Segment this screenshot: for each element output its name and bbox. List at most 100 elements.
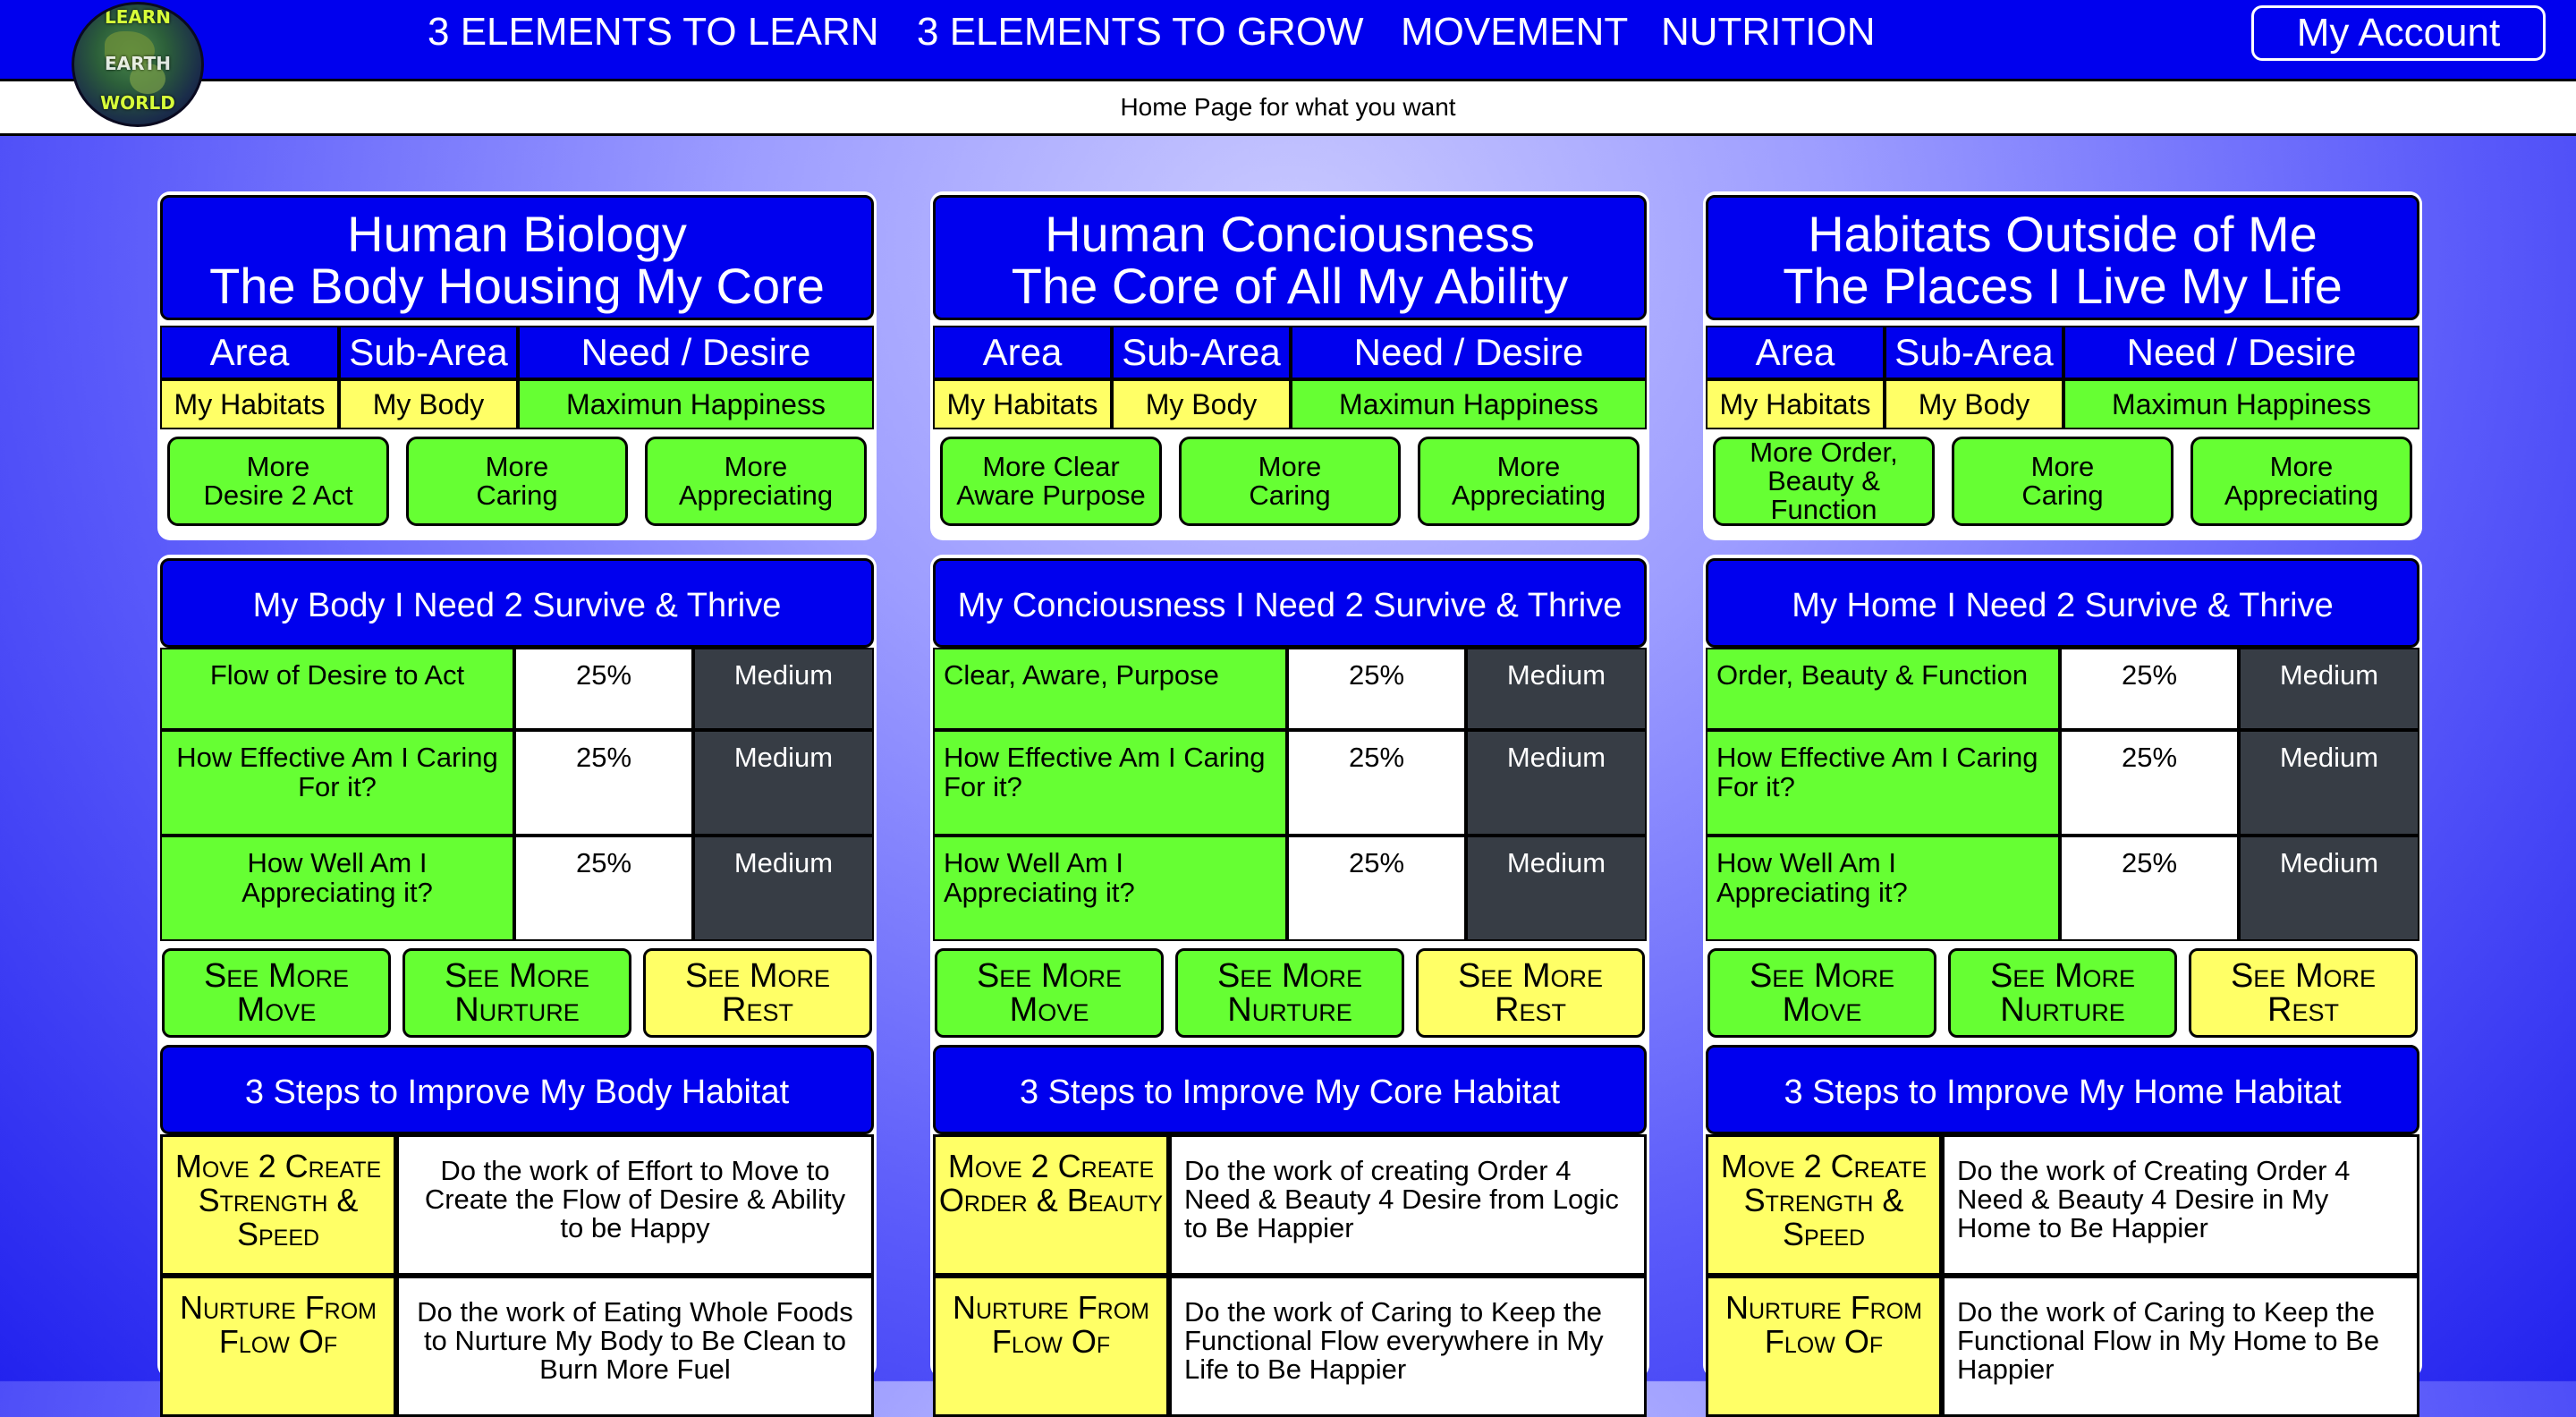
- metric-percent[interactable]: 25%: [1287, 836, 1466, 941]
- metric-percent[interactable]: 25%: [2060, 836, 2239, 941]
- metric-percent[interactable]: 25%: [2060, 730, 2239, 836]
- area-table: Area Sub-Area Need / Desire My Habitats …: [1706, 326, 2419, 429]
- see-more-move-button[interactable]: See More Move: [1707, 948, 1936, 1038]
- need-desire-header: Need / Desire: [2063, 326, 2419, 379]
- metric-percent[interactable]: 25%: [514, 836, 693, 941]
- see-more-rest-button[interactable]: See More Rest: [2189, 948, 2418, 1038]
- more-button[interactable]: More Clear Aware Purpose: [940, 437, 1162, 526]
- need-desire-header: Need / Desire: [1291, 326, 1647, 379]
- metric-level[interactable]: Medium: [2239, 836, 2419, 941]
- area-header: Area: [933, 326, 1112, 379]
- area-table: Area Sub-Area Need / Desire My Habitats …: [160, 326, 874, 429]
- sub-area-header: Sub-Area: [1885, 326, 2063, 379]
- need-desire-value[interactable]: Maximun Happiness: [2063, 379, 2419, 429]
- more-buttons: More Clear Aware Purpose More Caring Mor…: [933, 437, 1647, 526]
- more-caring-button[interactable]: More Caring: [1179, 437, 1401, 526]
- sub-area-value[interactable]: My Body: [339, 379, 518, 429]
- sub-area-header: Sub-Area: [339, 326, 518, 379]
- metric-level[interactable]: Medium: [1466, 648, 1647, 730]
- see-more-buttons: See More Move See More Nurture See More …: [160, 948, 874, 1038]
- area-value[interactable]: My Habitats: [160, 379, 339, 429]
- top-nav-bar: 3 ELEMENTS TO LEARN 3 ELEMENTS TO GROW M…: [0, 0, 2576, 81]
- more-appreciating-button[interactable]: More Appreciating: [1418, 437, 1640, 526]
- area-table: Area Sub-Area Need / Desire My Habitats …: [933, 326, 1647, 429]
- more-caring-button[interactable]: More Caring: [406, 437, 628, 526]
- step-description: Do the work of Caring to Keep the Functi…: [1942, 1276, 2419, 1417]
- see-more-nurture-button[interactable]: See More Nurture: [1948, 948, 2177, 1038]
- area-header: Area: [1706, 326, 1885, 379]
- nav-3-elements-to-grow[interactable]: 3 ELEMENTS TO GROW: [917, 0, 1364, 64]
- need-desire-value[interactable]: Maximun Happiness: [1291, 379, 1647, 429]
- metric-percent[interactable]: 25%: [514, 648, 693, 730]
- metric-label: Order, Beauty & Function: [1706, 648, 2060, 730]
- step-name[interactable]: Nurture From Flow Of: [933, 1276, 1169, 1417]
- nav-3-elements-to-learn[interactable]: 3 ELEMENTS TO LEARN: [428, 0, 879, 64]
- habitat-summary-card: Human Conciousness The Core of All My Ab…: [930, 191, 1649, 540]
- see-more-buttons: See More Move See More Nurture See More …: [933, 948, 1647, 1038]
- step-name[interactable]: Nurture From Flow Of: [1706, 1276, 1942, 1417]
- metric-label: How Effective Am I Caring For it?: [160, 730, 514, 836]
- more-button[interactable]: More Order, Beauty & Function: [1713, 437, 1935, 526]
- see-more-buttons: See More Move See More Nurture See More …: [1706, 948, 2419, 1038]
- habitat-column-1: Human Biology The Body Housing My Core A…: [157, 191, 877, 1417]
- step-name[interactable]: Move 2 Create Strength & Speed: [1706, 1134, 1942, 1276]
- habitat-column-3: Habitats Outside of Me The Places I Live…: [1703, 191, 2422, 1417]
- metric-percent[interactable]: 25%: [1287, 648, 1466, 730]
- nav-nutrition[interactable]: NUTRITION: [1661, 0, 1876, 64]
- more-button[interactable]: More Desire 2 Act: [167, 437, 389, 526]
- area-value[interactable]: My Habitats: [933, 379, 1112, 429]
- more-appreciating-button[interactable]: More Appreciating: [2190, 437, 2412, 526]
- my-account-button[interactable]: My Account: [2251, 5, 2546, 61]
- metric-percent[interactable]: 25%: [1287, 730, 1466, 836]
- need-desire-value[interactable]: Maximun Happiness: [518, 379, 874, 429]
- metric-label: How Well Am I Appreciating it?: [160, 836, 514, 941]
- area-header: Area: [160, 326, 339, 379]
- step-description: Do the work of Caring to Keep the Functi…: [1169, 1276, 1647, 1417]
- sub-area-value[interactable]: My Body: [1885, 379, 2063, 429]
- more-caring-button[interactable]: More Caring: [1952, 437, 2174, 526]
- sub-area-value[interactable]: My Body: [1112, 379, 1291, 429]
- see-more-move-button[interactable]: See More Move: [162, 948, 391, 1038]
- nav-movement[interactable]: MOVEMENT: [1401, 0, 1628, 64]
- metric-level[interactable]: Medium: [693, 648, 874, 730]
- see-more-rest-button[interactable]: See More Rest: [1416, 948, 1645, 1038]
- habitat-summary-card: Habitats Outside of Me The Places I Live…: [1703, 191, 2422, 540]
- card-title: Human Biology The Body Housing My Core: [160, 195, 874, 320]
- steps-table: Move 2 Create Order & Beauty Do the work…: [933, 1134, 1647, 1417]
- step-description: Do the work of Eating Whole Foods to Nur…: [396, 1276, 874, 1417]
- more-appreciating-button[interactable]: More Appreciating: [645, 437, 867, 526]
- see-more-move-button[interactable]: See More Move: [935, 948, 1164, 1038]
- more-buttons: More Desire 2 Act More Caring More Appre…: [160, 437, 874, 526]
- step-description: Do the work of Effort to Move to Create …: [396, 1134, 874, 1276]
- step-name[interactable]: Move 2 Create Order & Beauty: [933, 1134, 1169, 1276]
- globe-logo-icon[interactable]: LEARN EARTH WORLD: [72, 2, 204, 127]
- metric-level[interactable]: Medium: [1466, 836, 1647, 941]
- metric-level[interactable]: Medium: [2239, 648, 2419, 730]
- step-description: Do the work of creating Order 4 Need & B…: [1169, 1134, 1647, 1276]
- survive-thrive-card: My Body I Need 2 Survive & Thrive Flow o…: [157, 555, 877, 1417]
- habitat-column-2: Human Conciousness The Core of All My Ab…: [930, 191, 1649, 1417]
- metric-level[interactable]: Medium: [693, 730, 874, 836]
- metric-level[interactable]: Medium: [693, 836, 874, 941]
- steps-table: Move 2 Create Strength & Speed Do the wo…: [1706, 1134, 2419, 1417]
- steps-title: 3 Steps to Improve My Home Habitat: [1706, 1045, 2419, 1134]
- area-value[interactable]: My Habitats: [1706, 379, 1885, 429]
- see-more-nurture-button[interactable]: See More Nurture: [402, 948, 631, 1038]
- metrics-table: Clear, Aware, Purpose 25% Medium How Eff…: [933, 648, 1647, 941]
- need-desire-header: Need / Desire: [518, 326, 874, 379]
- step-name[interactable]: Move 2 Create Strength & Speed: [160, 1134, 396, 1276]
- metric-percent[interactable]: 25%: [2060, 648, 2239, 730]
- section-title: My Body I Need 2 Survive & Thrive: [160, 558, 874, 648]
- step-name[interactable]: Nurture From Flow Of: [160, 1276, 396, 1417]
- see-more-nurture-button[interactable]: See More Nurture: [1175, 948, 1404, 1038]
- card-title: Habitats Outside of Me The Places I Live…: [1706, 195, 2419, 320]
- section-title: My Conciousness I Need 2 Survive & Thriv…: [933, 558, 1647, 648]
- see-more-rest-button[interactable]: See More Rest: [643, 948, 872, 1038]
- steps-title: 3 Steps to Improve My Body Habitat: [160, 1045, 874, 1134]
- metric-level[interactable]: Medium: [2239, 730, 2419, 836]
- more-buttons: More Order, Beauty & Function More Carin…: [1706, 437, 2419, 526]
- metric-percent[interactable]: 25%: [514, 730, 693, 836]
- metric-level[interactable]: Medium: [1466, 730, 1647, 836]
- sub-area-header: Sub-Area: [1112, 326, 1291, 379]
- card-title: Human Conciousness The Core of All My Ab…: [933, 195, 1647, 320]
